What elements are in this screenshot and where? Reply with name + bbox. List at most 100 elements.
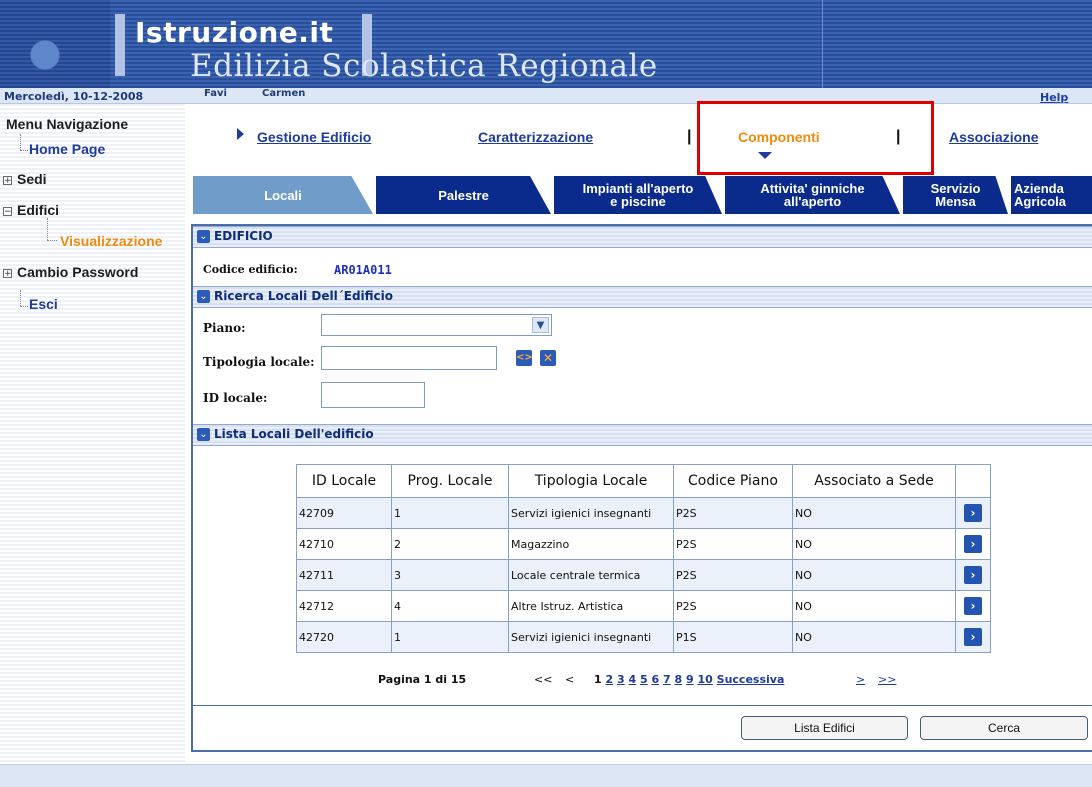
sidebar-item-visualizzazione[interactable]: Visualizzazione	[60, 233, 162, 249]
cell-action: ›	[955, 559, 991, 591]
cell-piano: P1S	[673, 621, 793, 653]
tab-impianti[interactable]: Impianti all'aperto e piscine	[554, 176, 722, 214]
id-locale-input[interactable]	[321, 382, 425, 408]
tab-attivita-ginniche[interactable]: Attivita' ginniche all'aperto	[725, 176, 900, 214]
cell-id: 42711	[296, 559, 392, 591]
arrow-right-icon[interactable]: ›	[964, 597, 982, 615]
help-link[interactable]: Help	[1040, 91, 1068, 104]
nav-caratterizzazione[interactable]: Caratterizzazione	[478, 129, 593, 145]
user-first-name: Favi	[204, 88, 227, 99]
chevron-down-icon[interactable]: ⌄	[197, 290, 210, 303]
republic-emblem-icon	[0, 0, 110, 88]
pager-page-link[interactable]: 8	[675, 673, 683, 686]
cell-id: 42720	[296, 621, 392, 653]
pager-next-word[interactable]: Successiva	[717, 673, 785, 686]
column-header-action	[955, 464, 991, 498]
table-header-row: ID Locale Prog. Locale Tipologia Locale …	[296, 464, 991, 498]
pager-page-link[interactable]: 3	[617, 673, 625, 686]
tab-locali[interactable]: Locali	[193, 176, 373, 214]
sidebar-title: Menu Navigazione	[6, 116, 129, 132]
chevron-down-icon[interactable]: ⌄	[197, 428, 210, 441]
current-date: Mercoledì, 10-12-2008	[4, 90, 144, 103]
sidebar-item-edifici[interactable]: Edifici	[17, 202, 59, 218]
pager-next[interactable]: >	[856, 673, 865, 686]
sidebar-item-sedi[interactable]: Sedi	[17, 171, 47, 187]
pager-prev[interactable]: <	[565, 673, 574, 686]
tree-line	[47, 240, 57, 241]
pager-page-link[interactable]: 2	[606, 673, 614, 686]
tipologia-locale-label: Tipologia locale:	[203, 355, 315, 369]
section-title-ricerca: Ricerca Locali Dell´Edificio	[214, 289, 394, 303]
expand-icon[interactable]: +	[3, 176, 12, 186]
user-last-name: Carmen	[262, 88, 306, 99]
cell-action: ›	[955, 528, 991, 560]
lookup-icon[interactable]: <>	[516, 350, 533, 366]
nav-gestione-edificio[interactable]: Gestione Edificio	[257, 129, 371, 145]
cerca-button[interactable]: Cerca	[920, 716, 1088, 740]
pager-page-link[interactable]: 9	[686, 673, 694, 686]
pager-page-link[interactable]: 5	[640, 673, 648, 686]
table-row: 42720 1 Servizi igienici insegnanti P1S …	[296, 621, 991, 653]
nav-separator: |	[687, 128, 692, 145]
cell-associato: NO	[792, 590, 956, 622]
arrow-right-icon[interactable]: ›	[964, 628, 982, 646]
cell-associato: NO	[792, 559, 956, 591]
tab-azienda-agricola[interactable]: Azienda Agricola	[1011, 176, 1092, 214]
header-divider	[822, 0, 823, 88]
pager-page-link[interactable]: 4	[629, 673, 637, 686]
column-header: Associato a Sede	[792, 464, 956, 498]
codice-edificio-label: Codice edificio:	[203, 263, 298, 276]
pager-page-link[interactable]: 7	[663, 673, 671, 686]
chevron-down-icon[interactable]: ▼	[532, 317, 549, 333]
pager-current: 1	[594, 673, 602, 686]
pager-last[interactable]: >>	[878, 673, 896, 686]
tab-servizio-mensa[interactable]: Servizio Mensa	[903, 176, 1008, 214]
table-row: 42709 1 Servizi igienici insegnanti P2S …	[296, 497, 991, 529]
collapse-icon[interactable]: −	[3, 207, 12, 217]
section-title-edificio: EDIFICIO	[214, 229, 273, 243]
action-divider	[193, 705, 1092, 706]
piano-label: Piano:	[203, 321, 246, 335]
cell-id: 42710	[296, 528, 392, 560]
expand-icon[interactable]: +	[3, 269, 12, 279]
cell-prog: 1	[391, 497, 509, 529]
arrow-right-icon[interactable]: ›	[964, 566, 982, 584]
table-row: 42712 4 Altre Istruz. Artistica P2S NO ›	[296, 590, 991, 622]
lista-edifici-button[interactable]: Lista Edifici	[741, 716, 908, 740]
piano-select[interactable]: ▼	[321, 314, 552, 336]
tree-line	[20, 290, 21, 306]
tab-label: Agricola	[1014, 194, 1067, 209]
cell-id: 42709	[296, 497, 392, 529]
tree-line	[20, 134, 21, 150]
chevron-down-icon[interactable]: ⌄	[197, 230, 210, 243]
arrow-right-icon[interactable]: ›	[964, 535, 982, 553]
arrow-right-icon[interactable]: ›	[964, 504, 982, 522]
pager-first[interactable]: <<	[534, 673, 552, 686]
page-info: Pagina 1 di 15	[378, 673, 467, 686]
tipologia-locale-input[interactable]	[321, 346, 497, 370]
sidebar-item-esci[interactable]: Esci	[29, 296, 58, 312]
sidebar-item-home[interactable]: Home Page	[29, 141, 105, 157]
cell-prog: 4	[391, 590, 509, 622]
logo-bracket-left	[115, 14, 125, 76]
table-row: 42711 3 Locale centrale termica P2S NO ›	[296, 559, 991, 591]
cell-piano: P2S	[673, 528, 793, 560]
nav-associazione[interactable]: Associazione	[949, 129, 1038, 145]
cell-piano: P2S	[673, 590, 793, 622]
pager-page-link[interactable]: 10	[698, 673, 713, 686]
sidebar-item-cambio-password[interactable]: Cambio Password	[17, 264, 138, 280]
cell-piano: P2S	[673, 497, 793, 529]
column-header: ID Locale	[296, 464, 392, 498]
tab-palestre[interactable]: Palestre	[376, 176, 551, 214]
cell-associato: NO	[792, 528, 956, 560]
tab-label: Palestre	[438, 187, 489, 203]
locali-table-wrapper: ID Locale Prog. Locale Tipologia Locale …	[296, 464, 991, 653]
clear-icon[interactable]: ✕	[540, 350, 556, 366]
tree-line	[47, 218, 48, 240]
codice-edificio-value: AR01A011	[334, 263, 392, 277]
cell-tipologia: Altre Istruz. Artistica	[508, 590, 674, 622]
footer-bar	[0, 764, 1092, 787]
cell-associato: NO	[792, 621, 956, 653]
pager-page-link[interactable]: 6	[652, 673, 660, 686]
section-edificio-header	[193, 226, 1092, 248]
